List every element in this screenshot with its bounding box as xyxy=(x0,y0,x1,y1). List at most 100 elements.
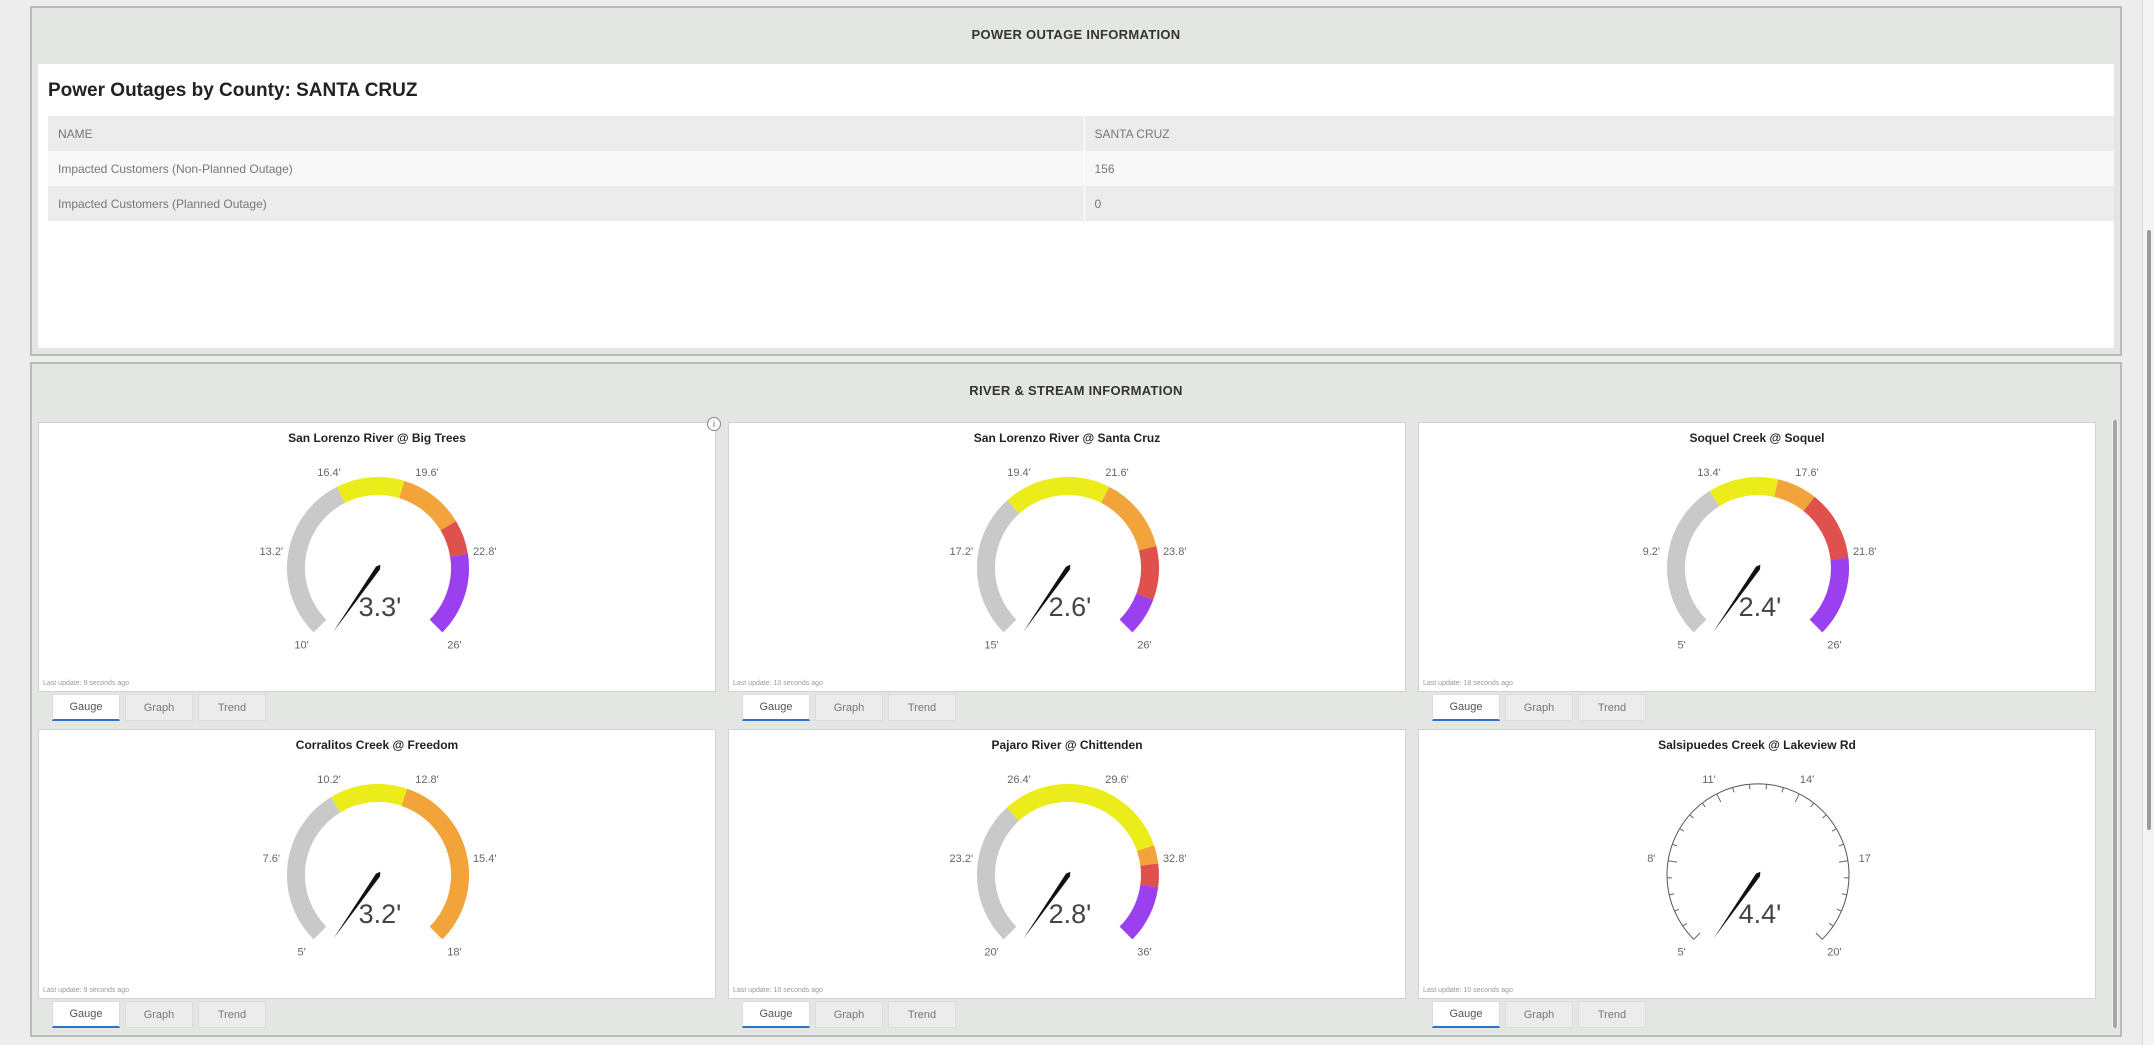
gauge-tick-label: 17 xyxy=(1859,853,1871,865)
river-scrollbar-thumb[interactable] xyxy=(2113,420,2117,1028)
gauge-value: 4.4' xyxy=(1739,899,1782,929)
gauge-tick-label: 13.2' xyxy=(260,546,284,558)
tab-trend[interactable]: Trend xyxy=(1578,694,1646,721)
tab-graph[interactable]: Graph xyxy=(125,1001,193,1028)
tab-trend[interactable]: Trend xyxy=(198,1001,266,1028)
gauge-tick-label: 17.2' xyxy=(950,546,974,558)
tab-gauge[interactable]: Gauge xyxy=(742,694,810,721)
gauge-tick xyxy=(1693,932,1701,940)
gauge-chart: 20' 23.2' 26.4' 29.6' 32.8' 36' 2.8' xyxy=(950,774,1187,959)
gauge-tick-label: 11' xyxy=(1702,774,1716,786)
gauge-tick-label: 21.6' xyxy=(1105,467,1129,479)
gauge-chart: 5' 7.6' 10.2' 12.8' 15.4' 18' 3.2' xyxy=(263,774,497,959)
gauge-tick-label: 7.6' xyxy=(263,853,280,865)
last-update: Last update: 10 seconds ago xyxy=(733,680,823,687)
outage-title: Power Outages by County: SANTA CRUZ xyxy=(48,80,418,101)
gauge-tick-label: 26' xyxy=(1827,639,1841,651)
gauge-band xyxy=(1119,884,1159,940)
gauge-band xyxy=(286,486,346,633)
last-update: Last update: 10 seconds ago xyxy=(733,987,823,994)
gauge-tick xyxy=(1679,828,1685,832)
gauge-tick xyxy=(1841,893,1847,896)
gauge-tabs: Gauge Graph Trend xyxy=(1432,1001,1651,1033)
row-value: 156 xyxy=(1084,151,2114,186)
tab-graph[interactable]: Graph xyxy=(1505,694,1573,721)
gauge-tick-label: 22.8' xyxy=(473,546,497,558)
tab-gauge[interactable]: Gauge xyxy=(52,1001,120,1028)
tab-trend[interactable]: Trend xyxy=(888,694,956,721)
gauge-tick xyxy=(1682,922,1688,927)
gauge-tick-label: 17.6' xyxy=(1795,467,1819,479)
river-stream-panel: RIVER & STREAM INFORMATION San Lorenzo R… xyxy=(30,362,2122,1037)
row-value: SANTA CRUZ xyxy=(1084,116,2114,151)
table-row: Impacted Customers (Planned Outage) 0 xyxy=(48,186,2114,221)
tab-graph[interactable]: Graph xyxy=(125,694,193,721)
gauge-tabs: Gauge Graph Trend xyxy=(52,1001,271,1033)
river-scrollbar[interactable] xyxy=(2112,420,2118,1028)
tab-gauge[interactable]: Gauge xyxy=(1432,1001,1500,1028)
last-update: Last update: 10 seconds ago xyxy=(1423,987,1513,994)
tab-trend[interactable]: Trend xyxy=(1578,1001,1646,1028)
tab-gauge[interactable]: Gauge xyxy=(742,1001,810,1028)
gauge-tick-label: 23.2' xyxy=(950,853,974,865)
gauge-chart: 10' 13.2' 16.4' 19.6' 22.8' 26' 3.3' xyxy=(260,467,497,652)
power-outage-header: POWER OUTAGE INFORMATION xyxy=(971,26,1181,42)
gauge-band xyxy=(287,797,341,940)
gauge-tick-label: 8' xyxy=(1647,853,1655,865)
gauge-tick-label: 10.2' xyxy=(317,774,341,786)
gauge-chart: 15' 17.2' 19.4' 21.6' 23.8' 26' 2.6' xyxy=(950,467,1187,652)
row-label: Impacted Customers (Non-Planned Outage) xyxy=(48,151,1085,186)
gauge-value: 2.6' xyxy=(1049,592,1092,622)
tab-graph[interactable]: Graph xyxy=(1505,1001,1573,1028)
gauge-band xyxy=(429,553,469,633)
gauge-band xyxy=(440,521,468,557)
tab-trend[interactable]: Trend xyxy=(888,1001,956,1028)
last-update: Last update: 9 seconds ago xyxy=(43,987,130,994)
gauge-tick xyxy=(1815,932,1823,940)
gauge-band xyxy=(976,807,1020,940)
gauge-band xyxy=(1006,783,1155,852)
gauge-tick-label: 26' xyxy=(1137,639,1151,651)
row-label: NAME xyxy=(48,116,1085,151)
gauge-tick-label: 9.2' xyxy=(1643,546,1660,558)
gauge-tick-label: 13.4' xyxy=(1697,467,1721,479)
table-row: Impacted Customers (Non-Planned Outage) … xyxy=(48,151,2114,186)
tab-gauge[interactable]: Gauge xyxy=(1432,694,1500,721)
gauge-card: Soquel Creek @ Soquel 5' 9.2' 13.4' 17.6' 21.… xyxy=(1418,422,2096,692)
gauge-value: 3.3' xyxy=(359,592,402,622)
gauge-tick xyxy=(1810,802,1815,808)
gauge-tick-label: 20' xyxy=(1827,946,1841,958)
tab-graph[interactable]: Graph xyxy=(815,694,883,721)
gauge-tick-label: 5' xyxy=(1677,639,1685,651)
gauge-tick xyxy=(1689,814,1694,819)
gauge-value: 2.8' xyxy=(1049,899,1092,929)
gauge-tick xyxy=(1831,828,1837,832)
gauge-band xyxy=(1803,496,1849,561)
gauge-band xyxy=(330,783,408,813)
power-outage-body: Power Outages by County: SANTA CRUZ NAME… xyxy=(38,64,2114,348)
gauge-band xyxy=(1809,557,1849,633)
power-outage-panel: POWER OUTAGE INFORMATION Power Outages b… xyxy=(30,6,2122,356)
page-scrollbar[interactable] xyxy=(2142,0,2154,1045)
gauge-tick xyxy=(1668,860,1678,863)
gauge-tick-label: 26.4' xyxy=(1007,774,1031,786)
gauge-band xyxy=(398,480,457,531)
tab-gauge[interactable]: Gauge xyxy=(52,694,120,721)
last-update: Last update: 9 seconds ago xyxy=(43,680,130,687)
gauge-card: Corralitos Creek @ Freedom 5' 7.6' 10.2' 12.… xyxy=(38,729,716,999)
info-icon[interactable]: i xyxy=(707,417,721,431)
gauge-tick-label: 14' xyxy=(1800,774,1814,786)
tab-trend[interactable]: Trend xyxy=(198,694,266,721)
dashboard: POWER OUTAGE INFORMATION Power Outages b… xyxy=(0,0,2154,1045)
page-scrollbar-thumb[interactable] xyxy=(2147,230,2151,830)
gauge-band xyxy=(977,500,1020,633)
gauge-tick xyxy=(1672,843,1678,847)
gauge-value: 3.2' xyxy=(359,899,402,929)
gauge-tick xyxy=(1669,893,1675,896)
gauge-tick-label: 19.4' xyxy=(1007,467,1031,479)
gauge-tick xyxy=(1822,814,1827,819)
gauge-band xyxy=(1136,845,1159,866)
gauge-band xyxy=(1100,486,1157,551)
gauge-band xyxy=(1140,863,1159,888)
tab-graph[interactable]: Graph xyxy=(815,1001,883,1028)
